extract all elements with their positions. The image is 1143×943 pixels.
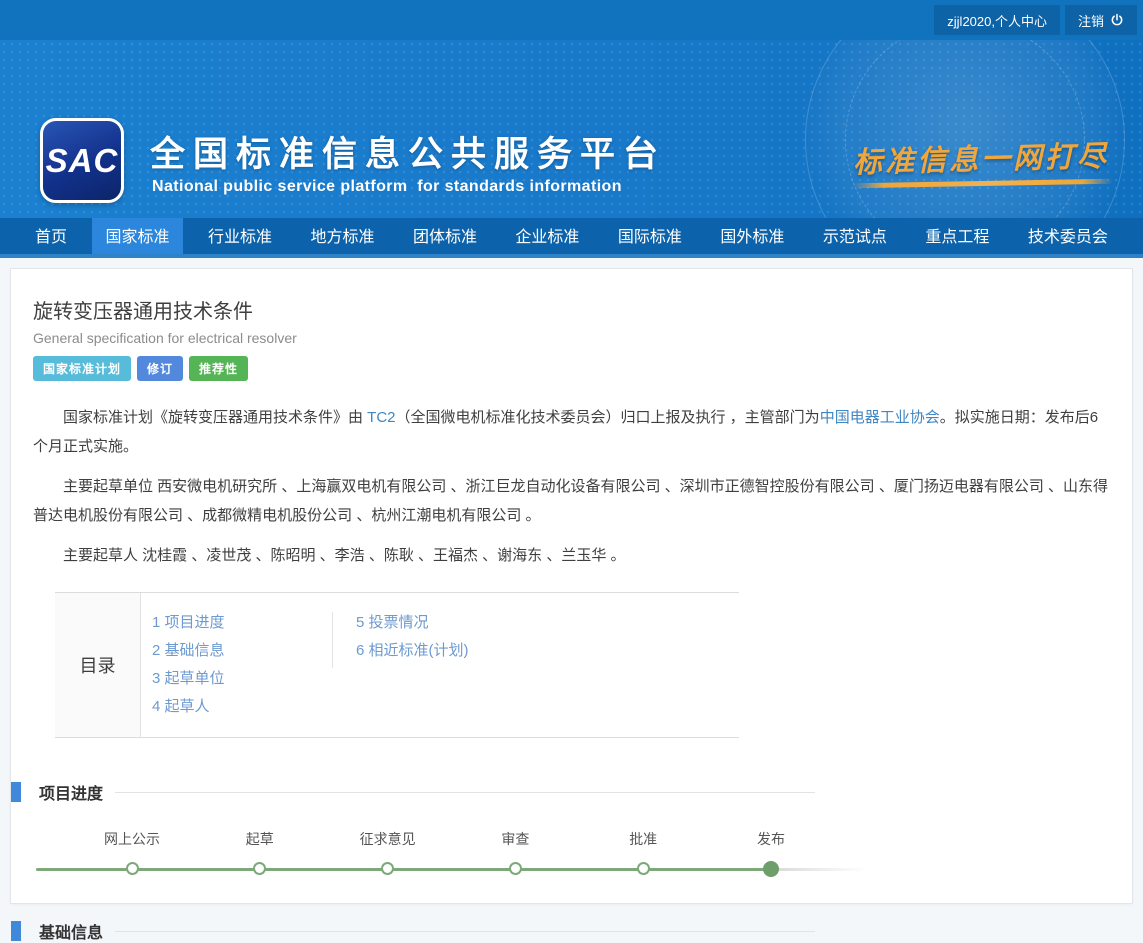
nav-item[interactable]: 技术委员会 xyxy=(1015,218,1121,254)
site-subtitle: National public service platform for sta… xyxy=(152,178,622,196)
drafters-paragraph: 主要起草人 沈桂霞 、凌世茂 、陈昭明 、李浩 、陈耿 、王福杰 、谢海东 、兰… xyxy=(33,541,1110,570)
toc-column-2: 5 投票情况6 相近标准(计划) xyxy=(332,609,469,721)
nav-item[interactable]: 企业标准 xyxy=(502,218,592,254)
nav-item[interactable]: 示范试点 xyxy=(810,218,900,254)
toc-link[interactable]: 5 投票情况 xyxy=(356,609,469,637)
timeline-node xyxy=(381,862,394,875)
progress-timeline: 网上公示起草征求意见审查批准发布 xyxy=(11,830,1132,900)
industry-association-link[interactable]: 中国电器工业协会 xyxy=(820,409,940,426)
section-rule xyxy=(115,931,815,932)
section-project-progress: 项目进度 xyxy=(11,780,1132,804)
nav-item[interactable]: 国家标准 xyxy=(92,218,182,254)
nav-item[interactable]: 国际标准 xyxy=(605,218,695,254)
timeline-stage: 发布 xyxy=(716,830,826,877)
main-nav: 首页国家标准行业标准地方标准团体标准企业标准国际标准国外标准示范试点重点工程技术… xyxy=(0,218,1143,258)
tag-row: 国家标准计划修订推荐性 xyxy=(33,356,1110,381)
timeline-stage-label: 审查 xyxy=(460,830,570,848)
article: 旋转变压器通用技术条件 General specification for el… xyxy=(11,295,1132,738)
status-tag: 修订 xyxy=(137,356,183,381)
tc2-link[interactable]: TC2 xyxy=(367,409,395,426)
section-basic-info: 基础信息 xyxy=(11,919,1132,943)
user-center-label: zjjl2020,个人中心 xyxy=(947,11,1047,30)
logout-button[interactable]: 注销 xyxy=(1065,5,1137,35)
timeline-stage-label: 网上公示 xyxy=(77,830,187,848)
timeline-stage: 网上公示 xyxy=(77,830,187,875)
globe-ring xyxy=(845,40,1085,218)
section-title: 基础信息 xyxy=(39,919,103,943)
page-title: 旋转变压器通用技术条件 xyxy=(33,295,1110,324)
timeline-stage-label: 发布 xyxy=(716,830,826,848)
page-subtitle-en: General specification for electrical res… xyxy=(33,330,1110,346)
plan-info-paragraph: 国家标准计划《旋转变压器通用技术条件》由 TC2（全国微电机标准化技术委员会）归… xyxy=(33,403,1110,461)
timeline-stage: 审查 xyxy=(460,830,570,875)
power-icon xyxy=(1110,13,1124,27)
toc-label: 目录 xyxy=(55,593,141,737)
nav-item[interactable]: 重点工程 xyxy=(912,218,1002,254)
status-tag: 推荐性 xyxy=(189,356,248,381)
toc-column-1: 1 项目进度2 基础信息3 起草单位4 起草人 xyxy=(141,609,332,721)
sac-logo: SAC xyxy=(40,118,124,203)
toc-link[interactable]: 2 基础信息 xyxy=(152,637,332,665)
nav-item[interactable]: 行业标准 xyxy=(195,218,285,254)
plan-info-text: （全国微电机标准化技术委员会）归口上报及执行 ，主管部门为 xyxy=(396,409,820,426)
plan-info-text: 国家标准计划《旋转变压器通用技术条件》由 xyxy=(63,409,367,426)
timeline-stage-label: 征求意见 xyxy=(333,830,443,848)
status-tag: 国家标准计划 xyxy=(33,356,131,381)
toc-columns: 1 项目进度2 基础信息3 起草单位4 起草人 5 投票情况6 相近标准(计划) xyxy=(141,593,469,737)
timeline-node xyxy=(509,862,522,875)
timeline-node xyxy=(763,861,779,877)
timeline-stage: 起草 xyxy=(205,830,315,875)
paragraphs: 国家标准计划《旋转变压器通用技术条件》由 TC2（全国微电机标准化技术委员会）归… xyxy=(33,403,1110,570)
timeline-node xyxy=(126,862,139,875)
timeline-stage-label: 起草 xyxy=(205,830,315,848)
slogan-text: 标准信息一网打尽 xyxy=(852,133,1109,182)
toc-link[interactable]: 1 项目进度 xyxy=(152,609,332,637)
timeline-node xyxy=(253,862,266,875)
toc-link[interactable]: 6 相近标准(计划) xyxy=(356,637,469,665)
topbar: zjjl2020,个人中心 注销 xyxy=(0,0,1143,40)
nav-item[interactable]: 首页 xyxy=(22,218,80,254)
timeline-stage: 征求意见 xyxy=(333,830,443,875)
toc-link[interactable]: 4 起草人 xyxy=(152,693,332,721)
toc-link[interactable]: 3 起草单位 xyxy=(152,665,332,693)
section-bar xyxy=(11,921,21,941)
nav-item[interactable]: 国外标准 xyxy=(707,218,797,254)
timeline-stage-label: 批准 xyxy=(588,830,698,848)
content-panel: 旋转变压器通用技术条件 General specification for el… xyxy=(10,268,1133,904)
user-center-button[interactable]: zjjl2020,个人中心 xyxy=(934,5,1060,35)
section-bar xyxy=(11,782,21,802)
section-title: 项目进度 xyxy=(39,780,103,804)
timeline-node xyxy=(637,862,650,875)
section-rule xyxy=(115,792,815,793)
nav-item[interactable]: 团体标准 xyxy=(400,218,490,254)
nav-item[interactable]: 地方标准 xyxy=(297,218,387,254)
site-title: 全国标准信息公共服务平台 xyxy=(150,126,666,177)
logout-label: 注销 xyxy=(1078,11,1104,30)
site-header: SAC 全国标准信息公共服务平台 National public service… xyxy=(0,40,1143,218)
toc-box: 目录 1 项目进度2 基础信息3 起草单位4 起草人 5 投票情况6 相近标准(… xyxy=(55,592,739,738)
sac-logo-text: SAC xyxy=(46,142,119,180)
timeline-stage: 批准 xyxy=(588,830,698,875)
main-unit-paragraph: 主要起草单位 西安微电机研究所 、上海赢双电机有限公司 、浙江巨龙自动化设备有限… xyxy=(33,472,1110,530)
